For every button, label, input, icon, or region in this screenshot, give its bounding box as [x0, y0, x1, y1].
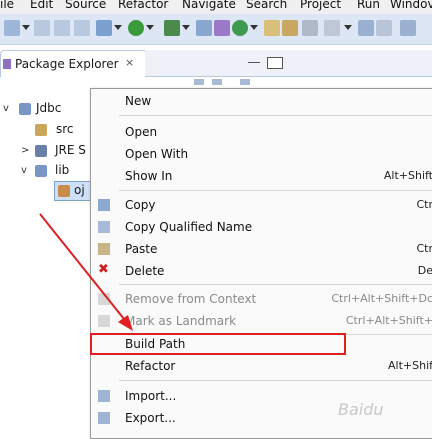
watermark-logo: Baidu — [338, 400, 384, 419]
annotation-arrow — [39, 213, 133, 331]
